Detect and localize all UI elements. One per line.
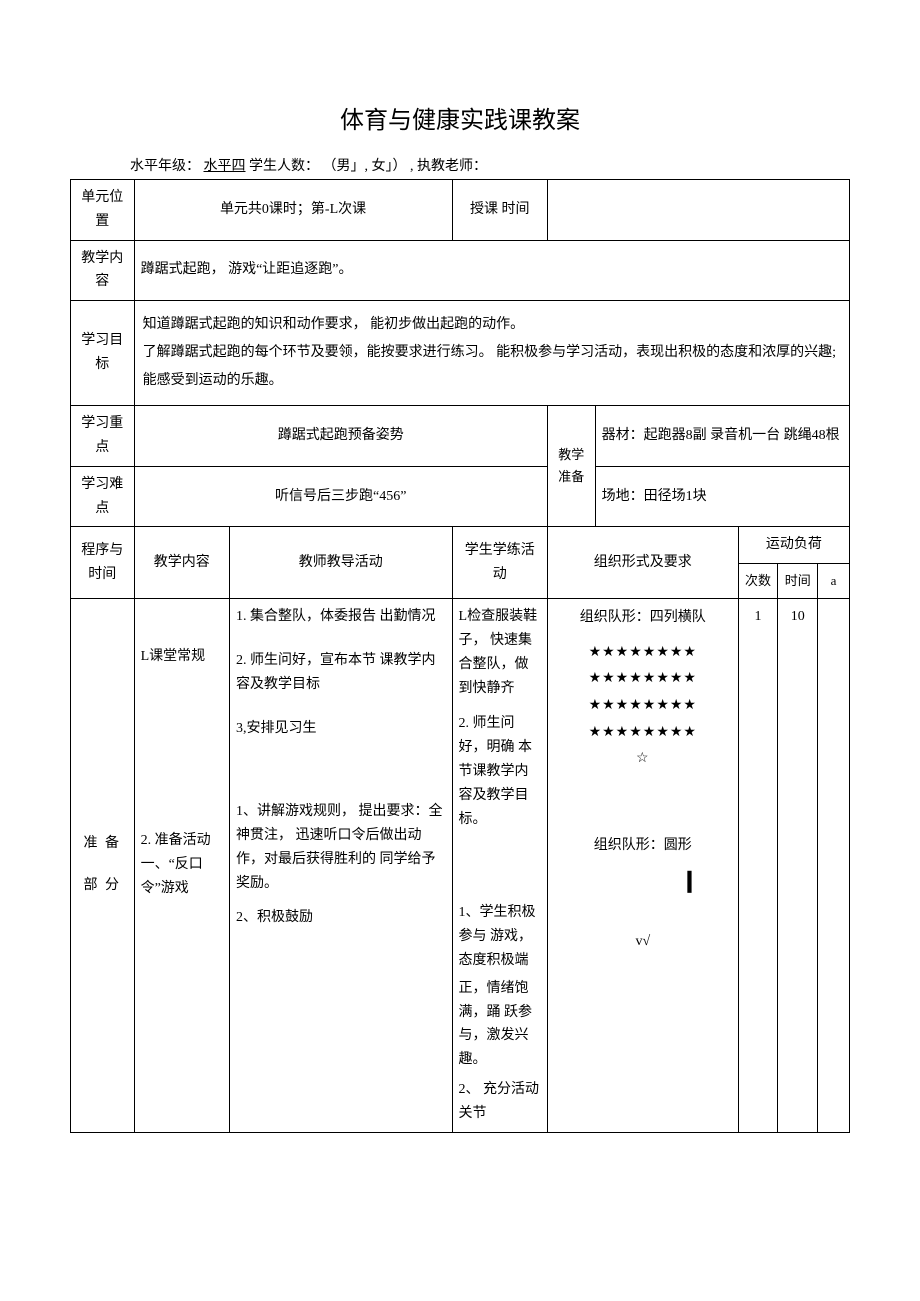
meta-students-value: （男」, 女」） <box>323 159 407 174</box>
org-formation-1-stars: ★★★★★★★★ ★★★★★★★★ ★★★★★★★★ ★★★★★★★★ ☆ <box>554 640 732 773</box>
value-equipment: 器材：起跑器8副 录音机一台 跳绳48根 <box>595 406 849 467</box>
row-prep-label: 准 备 部 分 <box>71 599 135 1132</box>
value-goals: 知道蹲踞式起跑的知识和动作要求， 能初步做出起跑的动作。 了解蹲踞式起跑的每个环… <box>134 301 849 406</box>
label-unit-position: 单元位置 <box>71 180 135 241</box>
row-prep-student: L检查服装鞋子， 快速集合整队，做 到快静齐 2. 师生问好，明确 本节课教学内… <box>452 599 547 1132</box>
row-prep-a <box>818 599 850 1132</box>
student-item-4: 正，情绪饱满，踊 跃参与，激发兴趣。 <box>459 977 541 1072</box>
teacher-item-1: 1. 集合整队，体委报告 出勤情况 <box>236 605 446 629</box>
label-goals: 学习目标 <box>71 301 135 406</box>
col-content: 教学内容 <box>134 527 229 599</box>
label-focus: 学习重点 <box>71 406 135 467</box>
meta-level: 水平四 <box>204 159 246 174</box>
value-class-time <box>547 180 849 241</box>
student-item-2: 2. 师生问好，明确 本节课教学内容及教学目标。 <box>459 712 541 831</box>
lesson-plan-table: 单元位置 单元共0课时；第-L次课 授课 时间 教学内容 蹲踞式起跑， 游戏“让… <box>70 179 850 1133</box>
student-item-5: 2、 充分活动关节 <box>459 1078 541 1126</box>
content-warmup-game: 2. 准备活动一、“反口令”游戏 <box>141 829 223 900</box>
value-focus: 蹲踞式起跑预备姿势 <box>134 406 547 467</box>
col-program: 程序与 时间 <box>71 527 135 599</box>
row-prep-org: 组织队形：四列横队 ★★★★★★★★ ★★★★★★★★ ★★★★★★★★ ★★★… <box>547 599 738 1132</box>
col-student: 学生学练活动 <box>452 527 547 599</box>
row-prep-teacher: 1. 集合整队，体委报告 出勤情况 2. 师生问好，宣布本节 课教学内容及教学目… <box>229 599 452 1132</box>
teacher-item-4: 1、讲解游戏规则， 提出要求：全神贯注， 迅速听口令后做出动作，对最后获得胜利的… <box>236 800 446 895</box>
meta-teacher-label: , 执教老师： <box>410 159 487 174</box>
value-teach-content: 蹲踞式起跑， 游戏“让距追逐跑”。 <box>134 240 849 301</box>
col-teacher: 教师教导活动 <box>229 527 452 599</box>
col-load: 运动负荷 <box>738 527 849 564</box>
teacher-item-3: 3,安排见习生 <box>236 717 446 741</box>
label-difficulty: 学习难点 <box>71 466 135 527</box>
value-difficulty: 听信号后三步跑“456” <box>134 466 547 527</box>
student-item-3: 1、学生积极参与 游戏，态度积极端 <box>459 901 541 972</box>
value-unit-position: 单元共0课时；第-L次课 <box>134 180 452 241</box>
row-prep-content: L课堂常规 2. 准备活动一、“反口令”游戏 <box>134 599 229 1132</box>
org-formation-2-mark: v√ <box>554 929 732 956</box>
label-prep: 教学准备 <box>547 406 595 527</box>
page-title: 体育与健康实践课教案 <box>70 100 850 135</box>
value-venue: 场地：田径场1块 <box>595 466 849 527</box>
row-prep-times: 1 <box>738 599 778 1132</box>
col-times: 次数 <box>738 564 778 599</box>
meta-students-label: 学生人数： <box>249 159 319 174</box>
col-minutes: 时间 <box>778 564 818 599</box>
teacher-item-5: 2、积极鼓励 <box>236 906 446 930</box>
org-formation-1-title: 组织队形：四列横队 <box>554 605 732 632</box>
meta-line: 水平年级： 水平四 学生人数： （男」, 女」） , 执教老师： <box>130 155 850 175</box>
label-teach-content: 教学内容 <box>71 240 135 301</box>
teacher-item-2: 2. 师生问好，宣布本节 课教学内容及教学目标 <box>236 649 446 697</box>
col-a: a <box>818 564 850 599</box>
circle-mark-icon: ▎ <box>688 865 702 899</box>
org-formation-2-title: 组织队形：圆形 <box>554 833 732 860</box>
col-org: 组织形式及要求 <box>547 527 738 599</box>
content-routine: L课堂常规 <box>141 645 223 669</box>
meta-prefix: 水平年级： <box>130 159 200 174</box>
label-class-time: 授课 时间 <box>452 180 547 241</box>
student-item-1: L检查服装鞋子， 快速集合整队，做 到快静齐 <box>459 605 541 700</box>
row-prep-minutes: 10 <box>778 599 818 1132</box>
